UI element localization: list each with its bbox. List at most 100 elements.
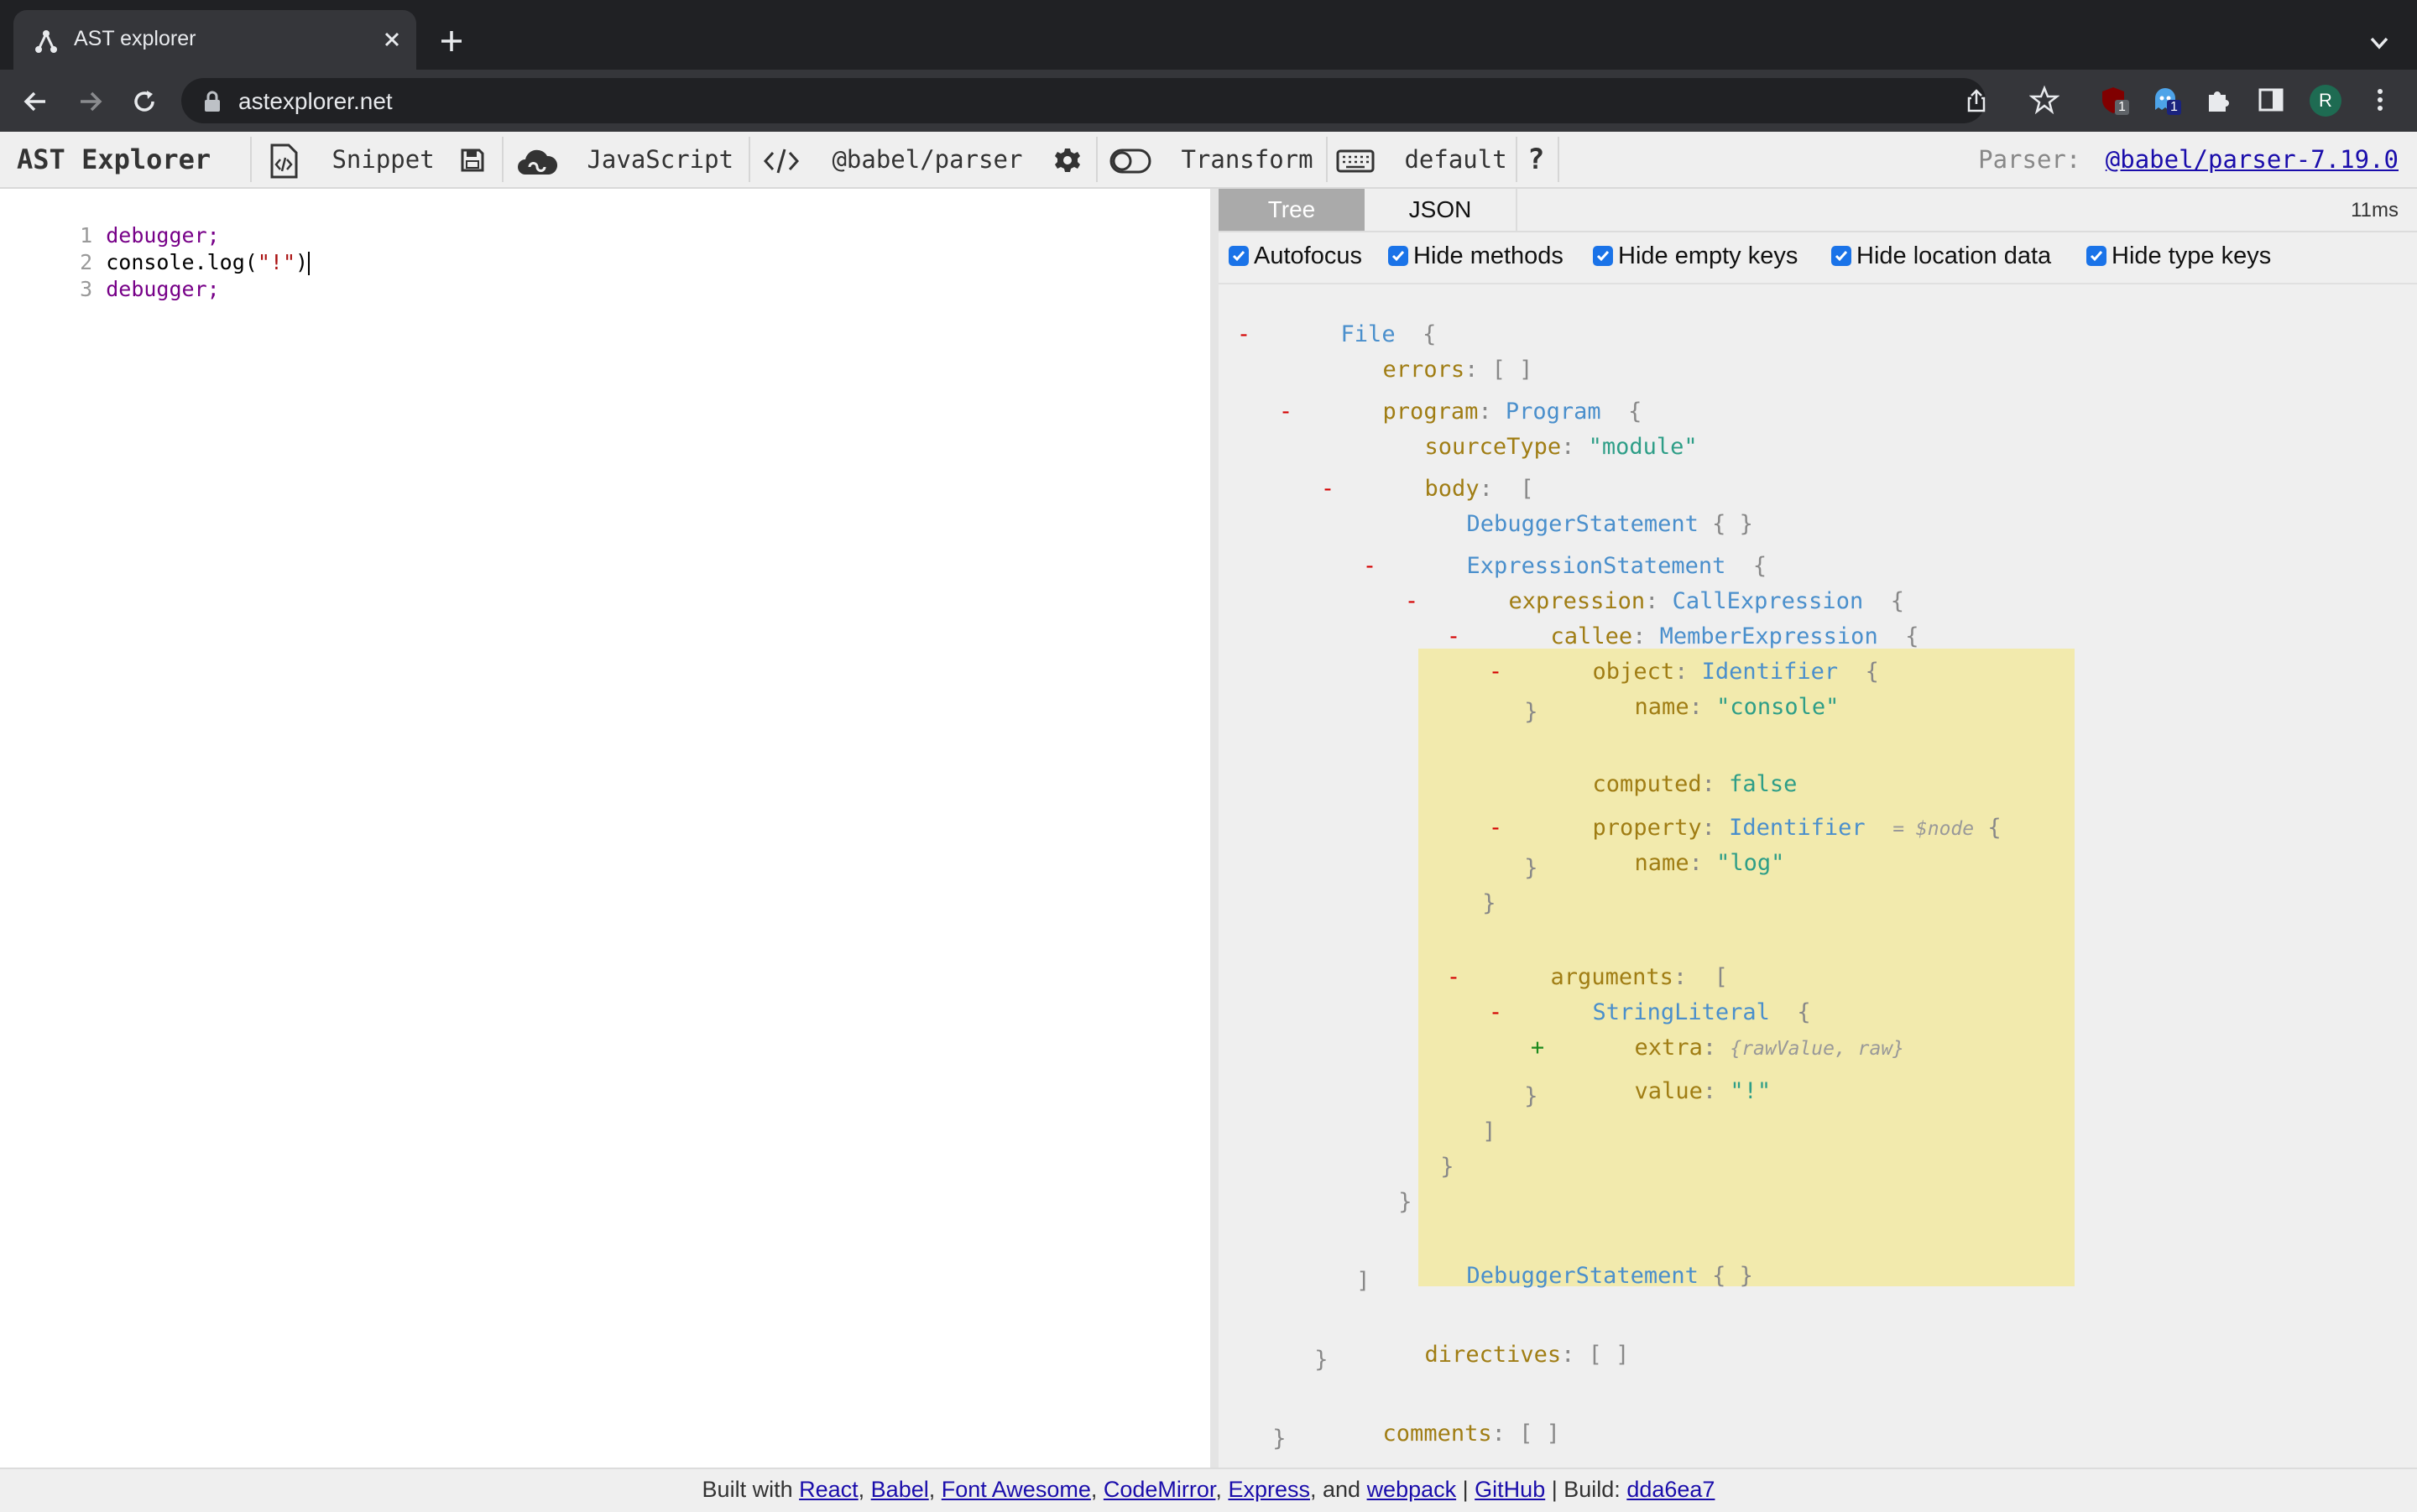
tree-node-computed[interactable]: computed: false [1511, 739, 1798, 797]
collapse-toggle[interactable]: - [1487, 998, 1504, 1028]
tree-node-file[interactable]: - File { [1237, 289, 1437, 347]
close-brace: } [1469, 890, 1496, 916]
tab-search-chevron-icon[interactable] [2367, 30, 2392, 55]
profile-avatar[interactable]: R [2310, 85, 2341, 117]
codemirror-link[interactable]: CodeMirror [1104, 1477, 1216, 1502]
tree-node-arguments[interactable]: - arguments: [ [1447, 932, 1728, 990]
lock-icon [205, 91, 220, 112]
github-link[interactable]: GitHub [1475, 1477, 1545, 1502]
side-panel-icon[interactable] [2256, 85, 2286, 115]
tab-tree[interactable]: Tree [1219, 189, 1365, 231]
tree-node-property[interactable]: - property: Identifier = $node { [1489, 783, 2002, 841]
browser-menu-icon[interactable] [2365, 85, 2395, 115]
parser-label: @babel/parser [832, 145, 1023, 174]
close-tab-icon[interactable] [379, 27, 405, 52]
reload-icon[interactable] [129, 86, 159, 117]
checkbox-checked-icon[interactable] [1388, 246, 1408, 266]
option-label: Hide location data [1856, 242, 2052, 269]
extension-badge: 1 [2115, 100, 2129, 115]
tree-node-comments[interactable]: comments: [ ] [1301, 1389, 1560, 1447]
tree-node-name[interactable]: name: "log" [1553, 818, 1785, 876]
checkbox-checked-icon[interactable] [1831, 246, 1851, 266]
cloud-language-icon [518, 149, 558, 175]
footer-text: | Build: [1551, 1477, 1621, 1502]
express-link[interactable]: Express [1228, 1477, 1310, 1502]
collapse-toggle[interactable]: - [1403, 587, 1420, 617]
option-label: Autofocus [1254, 242, 1362, 269]
address-bar[interactable]: astexplorer.net [181, 78, 1986, 123]
tree-node-name[interactable]: name: "console" [1553, 662, 1840, 720]
tree-node-sourcetype[interactable]: sourceType: "module" [1343, 402, 1698, 460]
node-type: DebuggerStatement [1466, 1263, 1699, 1289]
tree-node-callee[interactable]: - callee: MemberExpression { [1447, 592, 1919, 649]
font-awesome-link[interactable]: Font Awesome [942, 1477, 1091, 1502]
expand-toggle[interactable]: + [1529, 1033, 1546, 1063]
app-title: AST Explorer [17, 143, 211, 175]
code-line: 1 debugger; [0, 196, 220, 248]
toolbar-divider [502, 137, 504, 182]
tree-node-object[interactable]: - object: Identifier { [1489, 627, 1879, 685]
node-key: directives [1424, 1342, 1562, 1368]
parser-select[interactable]: @babel/parser [762, 132, 1022, 187]
tree-node-extra[interactable]: + extra: {rawValue, raw} [1531, 1003, 1904, 1061]
snippet-label: Snippet [331, 145, 435, 174]
option-autofocus[interactable]: Autofocus [1229, 242, 1362, 270]
babel-link[interactable]: Babel [871, 1477, 929, 1502]
tree-node-debugger-statement[interactable]: DebuggerStatement { } [1385, 1231, 1753, 1289]
forward-icon[interactable] [76, 86, 106, 117]
help-button[interactable]: ? [1527, 132, 1544, 187]
output-tabs: Tree JSON 11ms [1219, 189, 2417, 232]
tree-node-string-literal[interactable]: - StringLiteral { [1489, 967, 1811, 1025]
save-icon[interactable] [460, 148, 485, 173]
tree-node-expression[interactable]: - expression: CallExpression { [1405, 556, 1904, 614]
option-hide-methods[interactable]: Hide methods [1388, 242, 1563, 270]
code-string: "!" [257, 250, 295, 274]
language-select[interactable]: JavaScript [517, 132, 733, 187]
keymap-select[interactable]: default [1336, 132, 1507, 187]
collapse-toggle[interactable]: - [1445, 962, 1462, 993]
panel-resize-handle[interactable] [1210, 189, 1219, 1468]
collapse-toggle[interactable]: - [1445, 622, 1462, 652]
checkbox-checked-icon[interactable] [1229, 246, 1249, 266]
checkbox-checked-icon[interactable] [2086, 246, 2106, 266]
tree-node-value[interactable]: value: "!" [1553, 1046, 1772, 1104]
parser-version-link[interactable]: @babel/parser-7.19.0 [2106, 145, 2399, 174]
collapse-toggle[interactable]: - [1361, 551, 1378, 581]
collapse-toggle[interactable]: - [1277, 397, 1294, 427]
tree-node-directives[interactable]: directives: [ ] [1343, 1310, 1630, 1368]
browser-tab[interactable]: AST explorer [13, 10, 416, 70]
share-icon[interactable] [1964, 88, 1989, 113]
tree-node-body[interactable]: - body: [ [1321, 444, 1534, 502]
parser-settings-gear-icon[interactable] [1054, 147, 1081, 174]
app-toolbar: AST Explorer Snippet JavaScript @babel/p… [0, 132, 2417, 189]
parser-info-label: Parser: [1978, 145, 2081, 174]
build-hash-link[interactable]: dda6ea7 [1626, 1477, 1715, 1502]
tree-node-debugger-statement[interactable]: DebuggerStatement { } [1385, 479, 1753, 537]
option-hide-location-data[interactable]: Hide location data [1831, 242, 2051, 270]
toolbar-divider [749, 137, 750, 182]
tree-node-program[interactable]: - program: Program { [1279, 367, 1642, 425]
tree-node-errors[interactable]: errors: [ ] [1301, 325, 1533, 383]
webpack-link[interactable]: webpack [1367, 1477, 1457, 1502]
ublock-extension-icon[interactable]: 1 [2098, 85, 2129, 115]
collapse-toggle[interactable]: - [1487, 813, 1504, 843]
new-tab-icon[interactable] [438, 28, 465, 55]
extensions-puzzle-icon[interactable] [2204, 85, 2234, 115]
back-icon[interactable] [20, 86, 50, 117]
tab-json[interactable]: JSON [1365, 189, 1517, 231]
collapse-toggle[interactable]: - [1487, 657, 1504, 687]
code-editor[interactable]: 1 debugger; 2 console.log("!") 3 debugger; [0, 189, 1210, 1468]
option-hide-type-keys[interactable]: Hide type keys [2086, 242, 2271, 270]
transform-toggle[interactable]: Transform [1109, 132, 1313, 187]
bookmark-star-icon[interactable] [2029, 85, 2059, 115]
tree-node-expression-statement[interactable]: - ExpressionStatement { [1363, 521, 1767, 579]
close-brace: } [1385, 1189, 1412, 1215]
checkbox-checked-icon[interactable] [1593, 246, 1613, 266]
toolbar-divider [250, 137, 252, 182]
collapse-toggle[interactable]: - [1319, 474, 1336, 504]
ghost-extension-icon[interactable]: 1 [2150, 85, 2181, 115]
react-link[interactable]: React [799, 1477, 859, 1502]
snippet-menu[interactable]: Snippet [267, 132, 435, 187]
collapse-toggle[interactable]: - [1235, 320, 1252, 350]
option-hide-empty-keys[interactable]: Hide empty keys [1593, 242, 1798, 270]
